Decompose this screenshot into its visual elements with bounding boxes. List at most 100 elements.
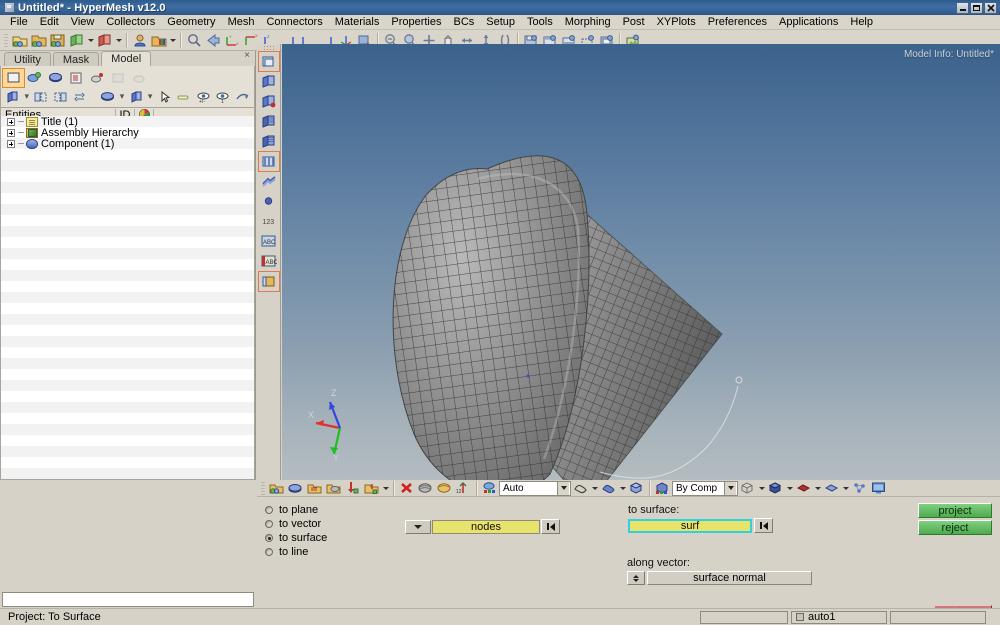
solid-cube-dropdown-arrow[interactable] — [785, 479, 794, 497]
auto-checkbox[interactable] — [796, 613, 804, 621]
blue-surface-dropdown-arrow[interactable] — [841, 479, 850, 497]
show-hide-icon[interactable]: +/- — [193, 88, 213, 106]
open-model-icon[interactable] — [10, 31, 29, 49]
tab-mask[interactable]: Mask — [53, 52, 99, 66]
element-quality-icon[interactable] — [259, 152, 279, 171]
status-cell-auto[interactable]: auto1 — [791, 611, 887, 624]
beam-section-icon[interactable] — [362, 479, 381, 497]
entity-tree[interactable]: Title (1) Assembly Hierarchy Component (… — [0, 116, 255, 480]
radio-to-vector[interactable]: to vector — [265, 517, 327, 531]
nodes-field[interactable]: nodes — [432, 520, 540, 534]
panel-toolbar-grip[interactable] — [261, 481, 265, 496]
close-browser-icon[interactable]: × — [244, 50, 250, 61]
display-dropdown-arrow[interactable]: ▾ — [24, 91, 31, 102]
shaded-elements-icon[interactable] — [259, 92, 279, 111]
wireframe-dropdown-arrow[interactable] — [590, 479, 599, 497]
wire-cube-icon[interactable] — [738, 479, 757, 497]
expander-icon[interactable] — [7, 140, 15, 148]
wire-cube-dropdown-arrow[interactable] — [757, 479, 766, 497]
numbers-123-icon[interactable]: 123 — [259, 212, 279, 231]
model-view-icon[interactable] — [3, 69, 24, 87]
tab-utility[interactable]: Utility — [4, 52, 51, 66]
menu-view[interactable]: View — [65, 15, 101, 30]
color-legend-icon[interactable] — [259, 272, 279, 291]
vector-collector-icon[interactable] — [343, 479, 362, 497]
export-red-icon[interactable] — [95, 31, 114, 49]
expander-icon[interactable] — [7, 129, 15, 137]
menu-file[interactable]: File — [4, 15, 34, 30]
mesh-mode-dropdown-arrow[interactable] — [557, 482, 569, 495]
blue-entity-icon[interactable] — [98, 88, 118, 106]
cursor-arrow-icon[interactable] — [154, 88, 174, 106]
radio-to-line[interactable]: to line — [265, 545, 327, 559]
reject-button[interactable]: reject — [918, 520, 992, 535]
red-surface-icon[interactable] — [794, 479, 813, 497]
mask-icon[interactable] — [416, 479, 435, 497]
menu-setup[interactable]: Setup — [480, 15, 521, 30]
color-mode-dropdown-arrow[interactable] — [724, 482, 736, 495]
isolate-only-icon[interactable] — [51, 88, 71, 106]
radio-to-surface[interactable]: to surface — [265, 531, 327, 545]
command-input[interactable] — [2, 592, 254, 607]
along-vector-field[interactable]: surface normal — [647, 571, 812, 585]
violet-entity-icon[interactable] — [126, 88, 146, 106]
property-collector-icon[interactable] — [286, 479, 305, 497]
tree-item-component[interactable]: Component (1) — [1, 138, 254, 149]
menu-edit[interactable]: Edit — [34, 15, 65, 30]
shaded-cube-icon[interactable] — [627, 479, 646, 497]
menu-xyplots[interactable]: XYPlots — [651, 15, 702, 30]
along-vector-stepper[interactable] — [627, 571, 645, 585]
menu-properties[interactable]: Properties — [385, 15, 447, 30]
expander-icon[interactable] — [7, 118, 15, 126]
view-yx-icon[interactable]: YX — [222, 31, 241, 49]
radio-to-plane[interactable]: to plane — [265, 503, 327, 517]
tree-item-title[interactable]: Title (1) — [1, 116, 254, 127]
previous-view-icon[interactable] — [203, 31, 222, 49]
find-icon[interactable]: 12 — [454, 479, 473, 497]
menu-connectors[interactable]: Connectors — [260, 15, 328, 30]
project-button[interactable]: project — [918, 503, 992, 518]
hidden-line-icon[interactable] — [599, 479, 618, 497]
menu-mesh[interactable]: Mesh — [222, 15, 261, 30]
tree-item-assembly-hierarchy[interactable]: Assembly Hierarchy — [1, 127, 254, 138]
surf-field[interactable]: surf — [628, 519, 752, 533]
user-profile-icon[interactable] — [130, 31, 149, 49]
mesh-lines-icon[interactable] — [259, 112, 279, 131]
vector-display-icon[interactable] — [259, 172, 279, 191]
mesh-mode-icon[interactable] — [480, 479, 499, 497]
nodes-dropdown-button[interactable] — [405, 520, 431, 534]
collector-dropdown-arrow[interactable] — [381, 479, 390, 497]
status-cell-right[interactable] — [890, 611, 986, 624]
solid-cube-icon[interactable] — [766, 479, 785, 497]
vtoolbar-grip[interactable] — [263, 45, 275, 50]
menu-geometry[interactable]: Geometry — [161, 15, 221, 30]
minimize-button[interactable] — [956, 2, 969, 14]
menu-tools[interactable]: Tools — [521, 15, 559, 30]
display-all-icon[interactable] — [3, 88, 23, 106]
color-mode-combo[interactable]: By Comp — [672, 481, 738, 496]
solver-icon[interactable] — [87, 69, 108, 87]
red-surface-dropdown-arrow[interactable] — [813, 479, 822, 497]
menu-bcs[interactable]: BCs — [448, 15, 481, 30]
menu-applications[interactable]: Applications — [773, 15, 844, 30]
menu-preferences[interactable]: Preferences — [702, 15, 773, 30]
abc-tag-icon[interactable]: ABC — [259, 252, 279, 271]
sync-icon[interactable] — [233, 88, 253, 106]
highlight-icon[interactable] — [174, 88, 194, 106]
menu-post[interactable]: Post — [617, 15, 651, 30]
transparent-icon[interactable] — [259, 132, 279, 151]
violet-entity-dropdown-arrow[interactable]: ▾ — [147, 91, 154, 102]
abc-text-icon[interactable]: ABC — [259, 232, 279, 251]
component-collector-icon[interactable] — [267, 479, 286, 497]
delete-icon[interactable] — [397, 479, 416, 497]
wireframe-shading-icon[interactable] — [571, 479, 590, 497]
assembly-icon[interactable] — [24, 69, 45, 87]
shaded-geometry-icon[interactable] — [259, 52, 279, 71]
toolbar-grip[interactable] — [4, 33, 8, 48]
nodes-rewind-button[interactable] — [541, 519, 560, 534]
blue-surface-icon[interactable] — [822, 479, 841, 497]
load-collector-icon[interactable] — [305, 479, 324, 497]
color-view-dropdown-arrow[interactable] — [168, 31, 177, 49]
save-icon[interactable] — [48, 31, 67, 49]
mesh-mode-combo[interactable]: Auto — [499, 481, 571, 496]
